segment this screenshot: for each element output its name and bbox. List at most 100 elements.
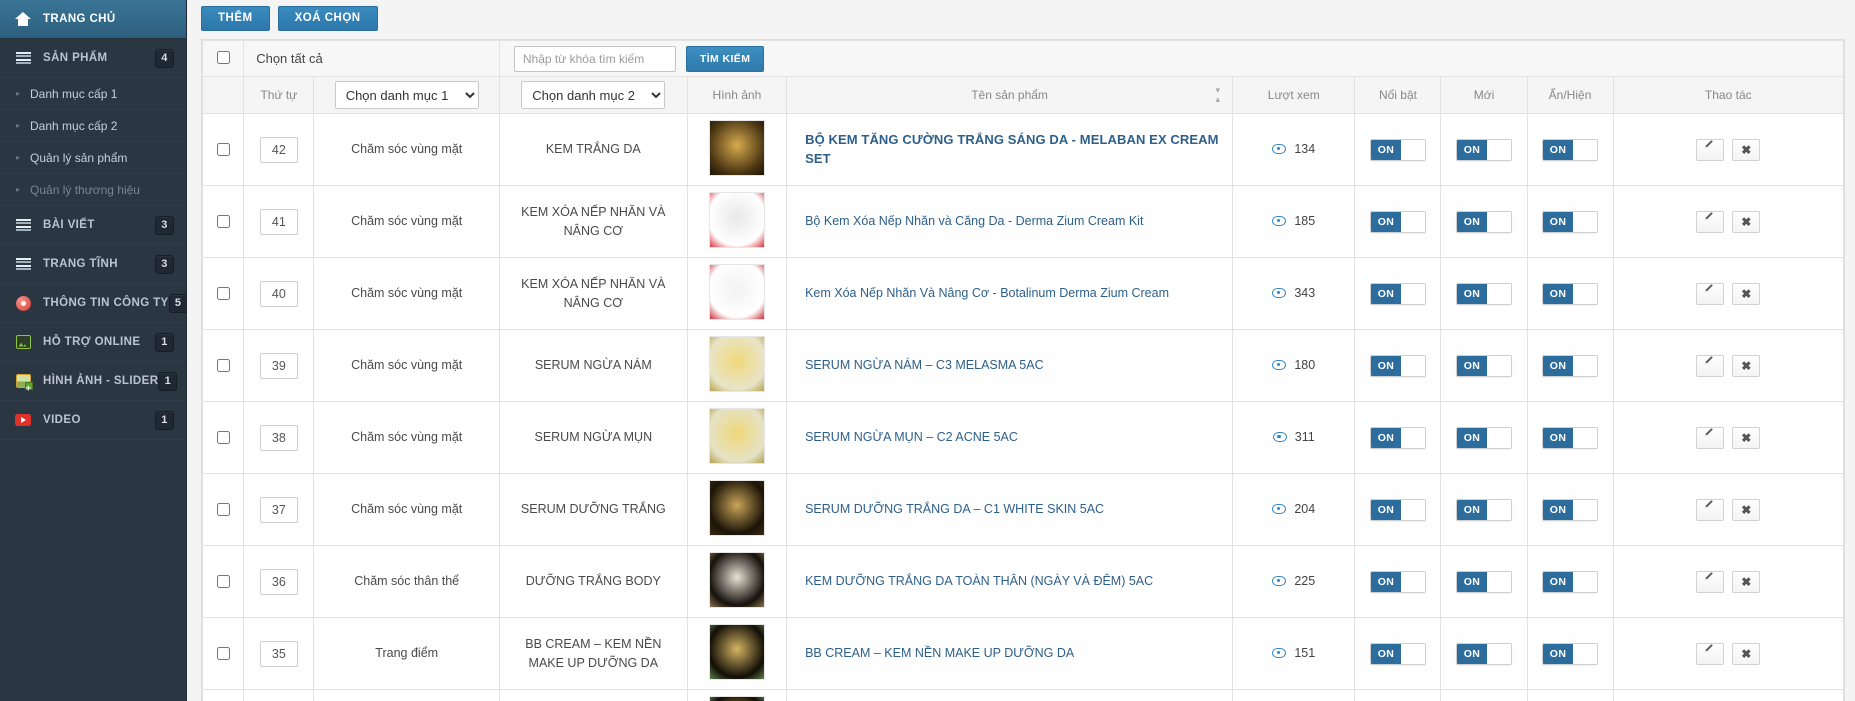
row-checkbox[interactable] [217,503,231,516]
delete-button[interactable]: ✖ [1732,426,1761,449]
product-name-link[interactable]: SERUM NGỪA MỤN – C2 ACNE 5AC [795,429,1224,447]
new-toggle[interactable]: ON [1456,354,1512,377]
product-thumbnail[interactable] [708,480,765,536]
featured-toggle[interactable]: ON [1369,642,1426,665]
row-checkbox[interactable] [217,575,231,588]
product-thumbnail[interactable] [708,552,765,608]
product-thumbnail[interactable] [708,696,765,701]
new-toggle[interactable]: ON [1456,282,1512,305]
select-all-checkbox[interactable] [217,51,231,64]
visibility-toggle[interactable]: ON [1542,642,1599,665]
edit-button[interactable] [1696,570,1725,593]
product-name-link[interactable]: Bộ Kem Xóa Nếp Nhăn và Căng Da - Derma Z… [795,213,1224,231]
visibility-toggle[interactable]: ON [1542,498,1599,521]
featured-toggle[interactable]: ON [1369,138,1426,161]
delete-button[interactable]: ✖ [1732,282,1761,305]
visibility-toggle[interactable]: ON [1542,570,1599,593]
delete-button[interactable]: ✖ [1732,138,1761,161]
featured-toggle[interactable]: ON [1369,282,1426,305]
sidebar-subitem[interactable]: ▸ Quản lý thương hiệu [0,174,186,206]
edit-button[interactable] [1696,498,1725,521]
visibility-toggle[interactable]: ON [1542,282,1599,305]
edit-button[interactable] [1696,210,1725,233]
visibility-toggle[interactable]: ON [1542,426,1599,449]
pencil-icon [1705,433,1715,443]
row-checkbox[interactable] [217,431,231,444]
new-toggle[interactable]: ON [1456,138,1512,161]
product-thumbnail[interactable] [708,120,765,176]
product-thumbnail[interactable] [708,408,765,464]
category2-select[interactable]: Chọn danh mục 2KEM TRẮNG DAKEM XÓA NẾP N… [521,81,666,109]
sidebar-item[interactable]: TRANG TĨNH 3 [0,245,186,284]
pencil-icon [1705,145,1715,155]
product-name-link[interactable]: BỘ KEM TĂNG CƯỜNG TRẮNG SÁNG DA - MELABA… [795,131,1224,167]
new-toggle[interactable]: ON [1456,570,1512,593]
sidebar-item[interactable]: BÀI VIẾT 3 [0,206,186,245]
sidebar-item[interactable]: SẢN PHẨM 4 [0,39,186,78]
product-name-link[interactable]: Kem Xóa Nếp Nhăn Và Nâng Cơ - Botalinum … [795,285,1224,303]
order-input[interactable]: 36 [259,568,298,595]
product-thumbnail[interactable] [708,624,765,680]
edit-button[interactable] [1696,282,1725,305]
featured-toggle[interactable]: ON [1369,210,1426,233]
featured-toggle[interactable]: ON [1369,498,1426,521]
order-input[interactable]: 35 [259,640,298,667]
pencil-icon [1705,217,1715,227]
new-toggle[interactable]: ON [1456,426,1512,449]
category1-select[interactable]: Chọn danh mục 1Chăm sóc vùng mặtChăm sóc… [334,81,479,109]
order-input[interactable]: 39 [259,352,298,379]
featured-toggle[interactable]: ON [1369,426,1426,449]
product-name-link[interactable]: BB CREAM – KEM NỀN MAKE UP DƯỠNG DA [795,645,1224,663]
sidebar-item[interactable]: TRANG CHỦ [0,0,186,39]
table-row: 35 Trang điểm BB CREAM – KEM NỀN MAKE UP D… [201,617,1845,690]
sidebar-subitem[interactable]: ▸ Danh mục cấp 2 [0,110,186,142]
order-input[interactable]: 40 [259,280,298,307]
order-input[interactable]: 37 [259,496,298,523]
edit-button[interactable] [1696,138,1725,161]
edit-button[interactable] [1696,354,1725,377]
order-input[interactable]: 38 [259,424,298,451]
order-input[interactable]: 42 [259,136,298,163]
sidebar-subitem[interactable]: ▸ Quản lý sản phẩm [0,142,186,174]
new-toggle[interactable]: ON [1456,210,1512,233]
product-thumbnail[interactable] [708,192,765,248]
featured-toggle[interactable]: ON [1369,354,1426,377]
product-thumbnail[interactable] [708,264,765,320]
new-toggle[interactable]: ON [1456,498,1512,521]
sort-icon[interactable]: ▾ ▴ [1216,86,1221,104]
sidebar-item[interactable]: THÔNG TIN CÔNG TY 5 [0,284,186,323]
edit-button[interactable] [1696,426,1725,449]
new-toggle[interactable]: ON [1456,642,1512,665]
delete-button[interactable]: ✖ [1732,354,1761,377]
row-checkbox[interactable] [217,143,231,156]
sidebar-subitem[interactable]: ▸ Danh mục cấp 1 [0,78,186,110]
row-checkbox[interactable] [217,215,231,228]
close-icon: ✖ [1741,214,1752,229]
delete-selected-button[interactable]: XOÁ CHỌN [277,6,378,31]
product-name-link[interactable]: SERUM NGỪA NÁM – C3 MELASMA 5AC [795,357,1224,375]
search-input[interactable] [513,45,676,72]
sidebar-item[interactable]: HÌNH ẢNH - SLIDER1 [0,362,186,401]
search-button[interactable]: TÌM KIẾM [685,45,765,72]
header-name[interactable]: Tên sản phẩm ▾ ▴ [786,76,1234,114]
edit-button[interactable] [1696,642,1725,665]
add-button[interactable]: THÊM [201,6,270,31]
visibility-toggle[interactable]: ON [1542,354,1599,377]
delete-button[interactable]: ✖ [1732,570,1761,593]
row-checkbox[interactable] [217,647,231,660]
product-name-link[interactable]: SERUM DƯỠNG TRẮNG DA – C1 WHITE SKIN 5AC [795,501,1224,519]
row-checkbox[interactable] [217,287,231,300]
row-views-cell: 343 [1232,257,1356,330]
featured-toggle[interactable]: ON [1369,570,1426,593]
delete-button[interactable]: ✖ [1732,498,1761,521]
product-thumbnail[interactable] [708,336,765,392]
order-input[interactable]: 41 [259,208,298,235]
product-name-link[interactable]: KEM DƯỠNG TRẮNG DA TOÀN THÂN (NGÀY VÀ ĐÊ… [795,573,1224,591]
row-checkbox[interactable] [217,359,231,372]
sidebar-item[interactable]: HỖ TRỢ ONLINE 1 [0,323,186,362]
delete-button[interactable]: ✖ [1732,642,1761,665]
visibility-toggle[interactable]: ON [1542,210,1599,233]
sidebar-item[interactable]: VIDEO 1 [0,401,186,440]
visibility-toggle[interactable]: ON [1542,138,1599,161]
delete-button[interactable]: ✖ [1732,210,1761,233]
